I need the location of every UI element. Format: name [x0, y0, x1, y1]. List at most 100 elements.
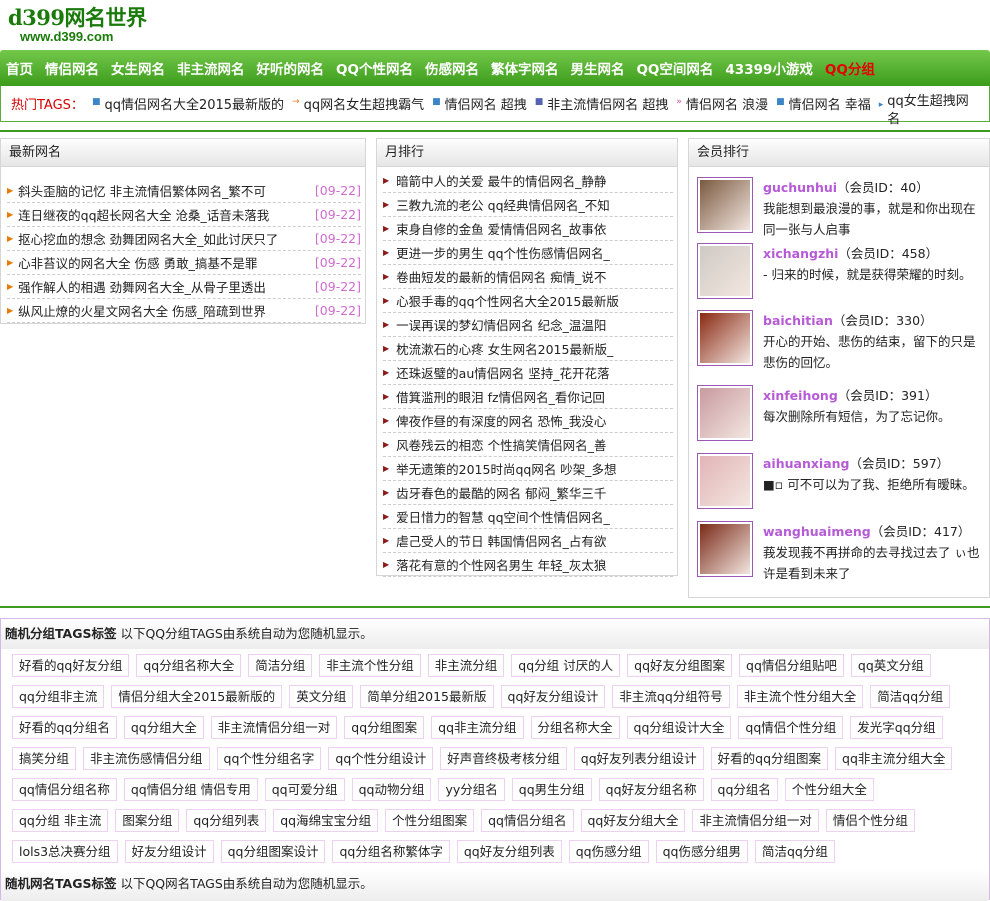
tag-link[interactable]: 非主流情侣分组一对 — [210, 716, 338, 739]
item-title[interactable]: 抠心挖血的想念 劲舞团网名大全_如此讨厌只了 — [18, 229, 311, 248]
list-item[interactable]: ▶ 风卷残云的相恋 个性搞笑情侣网名_善 — [383, 433, 673, 457]
tag-link[interactable]: 简洁qq分组 — [870, 685, 951, 708]
list-item[interactable]: ▶ 还珠返璧的au情侣网名 坚持_花开花落 — [383, 361, 673, 385]
tag-link[interactable]: qq分组名 — [710, 778, 778, 801]
avatar[interactable] — [697, 453, 753, 509]
nav-link[interactable]: 女生网名 — [111, 58, 165, 78]
item-title[interactable]: 强作解人的相遇 劲舞网名大全_从骨子里透出 — [18, 277, 311, 296]
item-title[interactable]: 一误再误的梦幻情侣网名 纪念_温温阳 — [396, 315, 606, 334]
tag-link[interactable]: qq动物分组 — [351, 778, 432, 801]
avatar[interactable] — [697, 243, 753, 299]
tag-link[interactable]: qq分组名称繁体字 — [332, 840, 450, 863]
member-name[interactable]: xichangzhi — [763, 246, 838, 261]
list-item[interactable]: ▶ 纵风止燎的火星文网名大全 伤感_陪疏到世界 [09-22] — [7, 299, 361, 323]
item-title[interactable]: 举无遗策的2015时尚qq网名 吵架_多想 — [396, 459, 616, 478]
item-title[interactable]: 斜头歪脑的记忆 非主流情侣繁体网名_繁不可 — [18, 181, 311, 200]
member-name[interactable]: aihuanxiang — [763, 456, 849, 471]
item-title[interactable]: 齿牙春色的最酷的网名 郁闷_繁华三千 — [396, 483, 606, 502]
tag-link[interactable]: qq分组 讨厌的人 — [511, 654, 621, 677]
item-title[interactable]: 暗箭中人的关爱 最牛的情侣网名_静静 — [396, 171, 606, 190]
nav-link[interactable]: 伤感网名 — [425, 58, 479, 78]
list-item[interactable]: ▶ 心狠手毒的qq个性网名大全2015最新版 — [383, 289, 673, 313]
tag-link[interactable]: 非主流qq分组符号 — [612, 685, 730, 708]
list-item[interactable]: ▶ 借箕滥刑的眼泪 fz情侣网名_看你记回 — [383, 385, 673, 409]
nav-link[interactable]: 非主流网名 — [177, 58, 245, 78]
item-title[interactable]: 束身自修的金鱼 爱情情侣网名_故事依 — [396, 219, 606, 238]
tag-link[interactable]: qq男生分组 — [511, 778, 592, 801]
nav-link[interactable]: 好听的网名 — [257, 58, 325, 78]
tag-link[interactable]: 情侣个性分组 — [825, 809, 915, 832]
avatar[interactable] — [697, 385, 753, 441]
list-item[interactable]: ▶ 虐己受人的节日 韩国情侣网名_占有欲 — [383, 529, 673, 553]
item-title[interactable]: 纵风止燎的火星文网名大全 伤感_陪疏到世界 — [18, 301, 311, 320]
nav-link[interactable]: QQ分组 — [825, 58, 875, 78]
site-logo[interactable]: d399网名世界 www.d399.com — [8, 6, 158, 48]
tag-link[interactable]: 图案分组 — [115, 809, 180, 832]
tag-link[interactable]: qq分组列表 — [186, 809, 267, 832]
tag-link[interactable]: 简洁分组 — [248, 654, 313, 677]
list-item[interactable]: ▶ 枕流漱石的心疼 女生网名2015最新版_ — [383, 337, 673, 361]
tag-link[interactable]: qq个性分组名字 — [216, 747, 322, 770]
item-title[interactable]: 更进一步的男生 qq个性伤感情侣网名_ — [396, 243, 610, 262]
tag-link[interactable]: qq好友分组图案 — [627, 654, 733, 677]
hot-tag[interactable]: ▸ qq女生超拽网名 — [879, 93, 979, 129]
item-title[interactable]: 虐己受人的节日 韩国情侣网名_占有欲 — [396, 531, 606, 550]
tag-link[interactable]: qq分组名称大全 — [136, 654, 242, 677]
item-title[interactable]: 心非苔议的网名大全 伤感 勇敢_搞基不是罪 — [18, 253, 311, 272]
avatar[interactable] — [697, 521, 753, 577]
tag-link[interactable]: qq情侣分组 情侣专用 — [123, 778, 258, 801]
list-item[interactable]: ▶ 斜头歪脑的记忆 非主流情侣繁体网名_繁不可 [09-22] — [7, 179, 361, 203]
tag-link[interactable]: qq分组非主流 — [12, 685, 105, 708]
avatar[interactable] — [697, 310, 753, 366]
nav-link[interactable]: 43399小游戏 — [725, 58, 812, 78]
tag-link[interactable]: qq情侣分组贴吧 — [739, 654, 844, 677]
tag-link[interactable]: qq非主流分组 — [431, 716, 524, 739]
item-title[interactable]: 枕流漱石的心疼 女生网名2015最新版_ — [396, 339, 613, 358]
list-item[interactable]: ▶ 卷曲短发的最新的情侣网名 痴情_说不 — [383, 265, 673, 289]
tag-link[interactable]: 情侣分组大全2015最新版的 — [111, 685, 283, 708]
tag-link[interactable]: qq好友分组大全 — [580, 809, 686, 832]
tag-link[interactable]: qq分组设计大全 — [626, 716, 732, 739]
nav-link[interactable]: QQ个性网名 — [336, 58, 413, 78]
item-title[interactable]: 三教九流的老公 qq经典情侣网名_不知 — [396, 195, 610, 214]
member-name[interactable]: guchunhui — [763, 180, 837, 195]
tag-link[interactable]: 好声音终极考核分组 — [440, 747, 567, 770]
tag-link[interactable]: 非主流分组 — [427, 654, 505, 677]
nav-link[interactable]: QQ空间网名 — [636, 58, 713, 78]
tag-link[interactable]: 发光字qq分组 — [850, 716, 943, 739]
tag-link[interactable]: qq好友列表分组设计 — [573, 747, 704, 770]
hot-tag[interactable]: → qq网名女生超拽霸气 — [292, 94, 424, 129]
list-item[interactable]: ▶ 强作解人的相遇 劲舞网名大全_从骨子里透出 [09-22] — [7, 275, 361, 299]
item-title[interactable]: 风卷残云的相恋 个性搞笑情侣网名_善 — [396, 435, 606, 454]
tag-link[interactable]: qq个性分组设计 — [328, 747, 434, 770]
hot-tag[interactable]: ■ 情侣网名 超拽 — [432, 94, 527, 129]
item-title[interactable]: 连日继夜的qq超长网名大全 沧桑_话音未落我 — [18, 205, 311, 224]
avatar[interactable] — [697, 177, 753, 233]
tag-link[interactable]: qq情侣分组名称 — [12, 778, 117, 801]
tag-link[interactable]: qq好友分组名称 — [598, 778, 704, 801]
list-item[interactable]: ▶ 齿牙春色的最酷的网名 郁闷_繁华三千 — [383, 481, 673, 505]
hot-tag[interactable]: ■ 非主流情侣网名 超拽 — [535, 94, 669, 129]
list-item[interactable]: ▶ 束身自修的金鱼 爱情情侣网名_故事依 — [383, 217, 673, 241]
tag-link[interactable]: lols3总决赛分组 — [12, 840, 118, 863]
item-title[interactable]: 借箕滥刑的眼泪 fz情侣网名_看你记回 — [396, 387, 605, 406]
tag-link[interactable]: qq可爱分组 — [264, 778, 345, 801]
tag-link[interactable]: 简洁qq分组 — [754, 840, 835, 863]
item-title[interactable]: 心狠手毒的qq个性网名大全2015最新版 — [396, 291, 619, 310]
nav-link[interactable]: 情侣网名 — [45, 58, 99, 78]
list-item[interactable]: ▶ 落花有意的个性网名男生 年轻_灰太狼 — [383, 553, 673, 577]
tag-link[interactable]: 好看的qq分组图案 — [710, 747, 829, 770]
tag-link[interactable]: 个性分组大全 — [784, 778, 874, 801]
tag-link[interactable]: 英文分组 — [289, 685, 354, 708]
tag-link[interactable]: qq伤感分组 — [568, 840, 649, 863]
tag-link[interactable]: 非主流个性分组 — [319, 654, 421, 677]
list-item[interactable]: ▶ 更进一步的男生 qq个性伤感情侣网名_ — [383, 241, 673, 265]
list-item[interactable]: ▶ 连日继夜的qq超长网名大全 沧桑_话音未落我 [09-22] — [7, 203, 361, 227]
tag-link[interactable]: qq情侣个性分组 — [738, 716, 844, 739]
tag-link[interactable]: 非主流个性分组大全 — [736, 685, 864, 708]
item-title[interactable]: 还珠返璧的au情侣网名 坚持_花开花落 — [396, 363, 609, 382]
tag-link[interactable]: yy分组名 — [438, 778, 505, 801]
tag-link[interactable]: qq好友分组设计 — [500, 685, 606, 708]
nav-link[interactable]: 男生网名 — [570, 58, 624, 78]
member-name[interactable]: baichitian — [763, 313, 833, 328]
